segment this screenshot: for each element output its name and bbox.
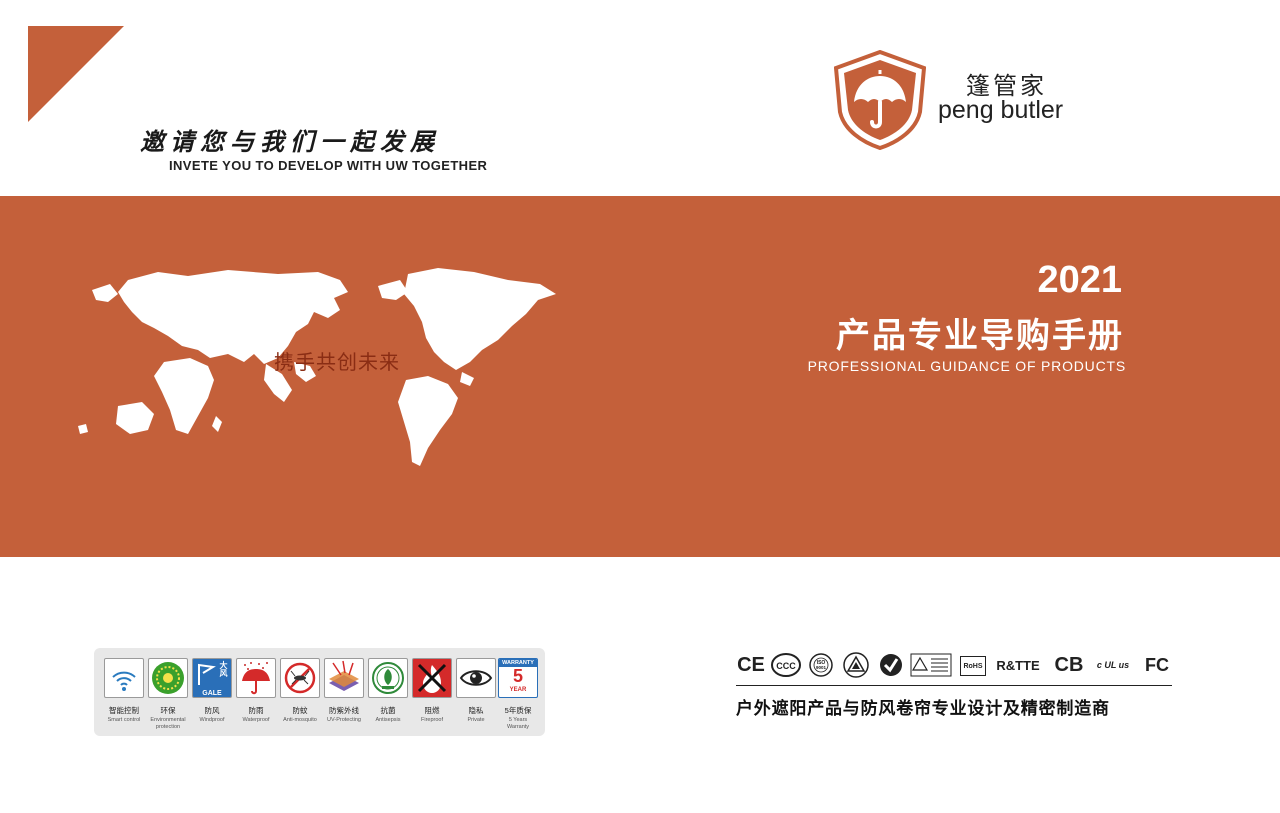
check-mark-cert-icon [880, 654, 902, 676]
feature-sublabel: Private [467, 717, 485, 723]
windproof-icon: 大风 GALE [192, 658, 232, 698]
antisepsis-icon [368, 658, 408, 698]
feature-smart-control: 智能控制 Smart control [104, 658, 144, 724]
windproof-badge-top: 大风 [219, 661, 228, 677]
company-tagline: 户外遮阳产品与防风卷帘专业设计及精密制造商 [736, 699, 1110, 718]
windproof-badge-bottom: GALE [202, 690, 222, 697]
fireproof-icon [412, 658, 452, 698]
rtte-mark-icon: R&TTE [996, 657, 1040, 673]
feature-antisepsis: 抗菌 Antisepsis [368, 658, 408, 724]
feature-label: 隐私 [468, 706, 484, 715]
ccc-mark-icon: CCC [771, 653, 801, 677]
ul-mark-icon: c UL us [1096, 660, 1130, 670]
brand-name-english: peng butler [938, 96, 1064, 124]
warranty-badge-number: 5 [512, 666, 523, 686]
feature-label: 抗菌 [380, 706, 396, 715]
feature-fireproof: 阻燃 Fireproof [412, 658, 452, 724]
feature-icon-strip: 智能控制 Smart control 环保 Environmental prot… [94, 648, 545, 736]
feature-sublabel: Waterproof [242, 717, 270, 723]
feature-uv-protecting: 防紫外线 UV-Protecting [324, 658, 364, 724]
feature-warranty: WARRANTY 5 YEAR 5年质保 5 Years Warranty [498, 658, 538, 730]
shield-umbrella-icon [834, 50, 926, 150]
catalog-year: 2021 [1037, 259, 1122, 301]
divider-line [736, 685, 1172, 686]
warranty-badge-bottom: YEAR [509, 687, 527, 693]
feature-environmental: 环保 Environmental protection [148, 658, 188, 730]
feature-sublabel: Anti-mosquito [283, 717, 317, 723]
cb-mark-icon: CB [1054, 653, 1084, 676]
rohs-mark-icon: RoHS [960, 656, 986, 676]
svg-text:9001: 9001 [816, 665, 827, 670]
svg-text:CCC: CCC [776, 661, 796, 671]
feature-sublabel: Windproof [199, 717, 225, 723]
hero-banner: 携手共创未来 2021 产品专业导购手册 PROFESSIONAL GUIDAN… [0, 196, 1280, 557]
feature-windproof: 大风 GALE 防风 Windproof [192, 658, 232, 724]
feature-sublabel: Environmental protection [150, 717, 186, 730]
certification-logos: CE CCC ISO 9001 RoHS R&TTE CB c UL us FC [737, 650, 1174, 680]
tuv-mark-icon [910, 653, 952, 677]
feature-label: 环保 [160, 706, 176, 715]
feature-sublabel: 5 Years Warranty [506, 717, 530, 730]
feature-label: 5年质保 [504, 706, 532, 715]
feature-waterproof: 防雨 Waterproof [236, 658, 276, 724]
world-map-icon [78, 268, 556, 466]
anti-mosquito-icon [280, 658, 320, 698]
uv-protecting-icon [324, 658, 364, 698]
catalog-title-english: PROFESSIONAL GUIDANCE OF PRODUCTS [807, 358, 1126, 374]
feature-anti-mosquito: 防蚊 Anti-mosquito [280, 658, 320, 724]
feature-sublabel: Smart control [107, 717, 141, 723]
warranty-icon: WARRANTY 5 YEAR [498, 658, 538, 698]
safety-triangle-mark-icon [843, 652, 869, 678]
feature-private: 隐私 Private [456, 658, 496, 724]
feature-label: 防雨 [248, 706, 264, 715]
catalog-title-chinese: 产品专业导购手册 [836, 317, 1124, 355]
waterproof-icon [236, 658, 276, 698]
feature-label: 阻燃 [424, 706, 440, 715]
iso-mark-icon: ISO9001 [809, 653, 833, 677]
feature-label: 智能控制 [109, 706, 139, 715]
map-caption: 携手共创未来 [274, 352, 400, 374]
ce-mark-icon: CE [737, 653, 765, 676]
environmental-icon [148, 658, 188, 698]
feature-label: 防风 [204, 706, 220, 715]
feature-label: 防蚊 [292, 706, 308, 715]
feature-sublabel: Fireproof [420, 717, 443, 723]
feature-sublabel: UV-Protecting [327, 717, 361, 723]
private-icon [456, 658, 496, 698]
corner-triangle-decoration [28, 26, 124, 122]
slogan-english: INVETE YOU TO DEVELOP WITH UW TOGETHER [169, 158, 488, 173]
feature-label: 防紫外线 [329, 706, 359, 715]
smart-control-icon [104, 658, 144, 698]
slogan-chinese: 邀请您与我们一起发展 [140, 127, 440, 156]
feature-sublabel: Antisepsis [375, 717, 401, 723]
fcc-mark-icon: FC [1145, 654, 1169, 675]
